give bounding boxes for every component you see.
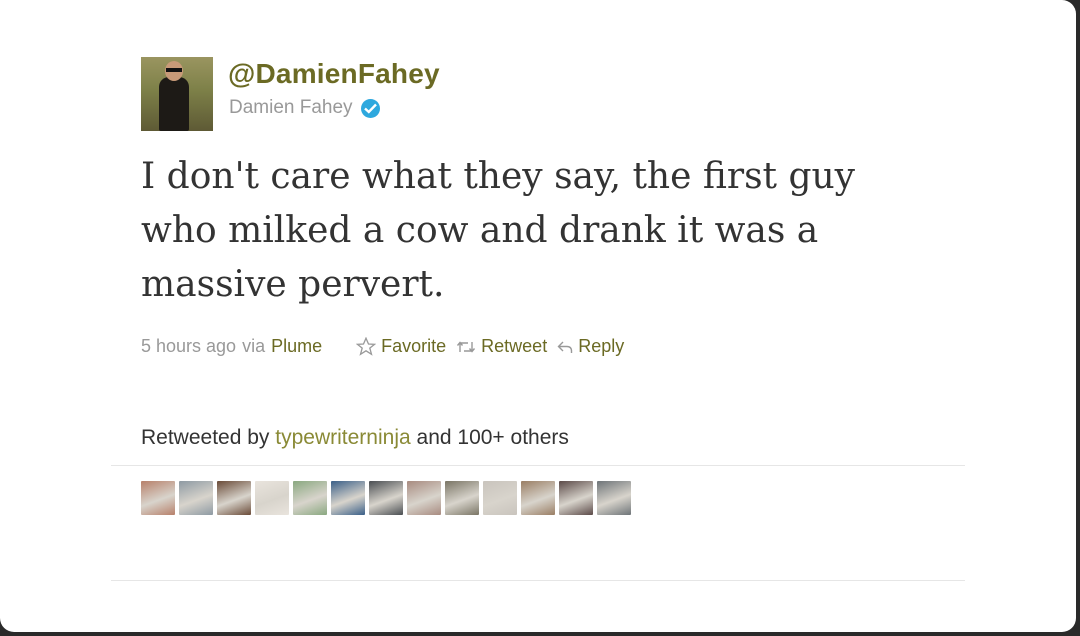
retweeter-avatar[interactable] [407,481,441,515]
retweet-button[interactable]: Retweet [456,336,547,357]
retweet-label: Retweet [481,336,548,356]
retweeter-avatar[interactable] [559,481,593,515]
tweet-text: I don't care what they say, the first gu… [141,156,856,305]
star-icon [356,337,377,356]
verified-badge-icon [360,98,380,118]
retweeted-by: Retweeted by typewriterninja and 100+ ot… [141,426,569,450]
retweeted-by-prefix: Retweeted by [141,426,270,449]
retweeter-avatar[interactable] [483,481,517,515]
user-name-row: Damien Fahey [229,97,380,119]
avatar[interactable] [141,57,213,131]
retweeter-avatar[interactable] [179,481,213,515]
reply-label: Reply [578,336,625,356]
divider [111,580,965,581]
favorite-button[interactable]: Favorite [356,336,446,357]
retweeter-link[interactable]: typewriterninja [275,426,410,449]
tweet-meta: 5 hours ago via Plume Favorite Retweet R… [141,336,634,357]
favorite-label: Favorite [381,336,447,356]
retweet-icon [457,340,476,353]
retweeter-avatar[interactable] [445,481,479,515]
retweeter-avatar[interactable] [255,481,289,515]
retweeter-avatar[interactable] [217,481,251,515]
via-label: via [242,336,266,356]
retweeter-avatar[interactable] [141,481,175,515]
reply-button[interactable]: Reply [557,336,624,357]
divider [111,465,965,466]
user-handle[interactable]: @DamienFahey [228,58,440,90]
retweeter-avatar[interactable] [293,481,327,515]
retweeted-by-suffix: and 100+ others [416,426,569,449]
retweeter-avatar[interactable] [331,481,365,515]
avatar-figure [159,77,189,131]
source-link[interactable]: Plume [271,336,322,357]
retweeter-avatar[interactable] [521,481,555,515]
avatar-sunglasses [166,68,182,72]
tweet-card: @DamienFahey Damien Fahey I don't care w… [0,0,1076,632]
retweeter-avatars [141,481,635,515]
retweeter-avatar[interactable] [597,481,631,515]
reply-icon [557,341,573,353]
retweeter-avatar[interactable] [369,481,403,515]
user-name[interactable]: Damien Fahey [229,97,353,119]
tweet-timestamp[interactable]: 5 hours ago [141,336,236,357]
